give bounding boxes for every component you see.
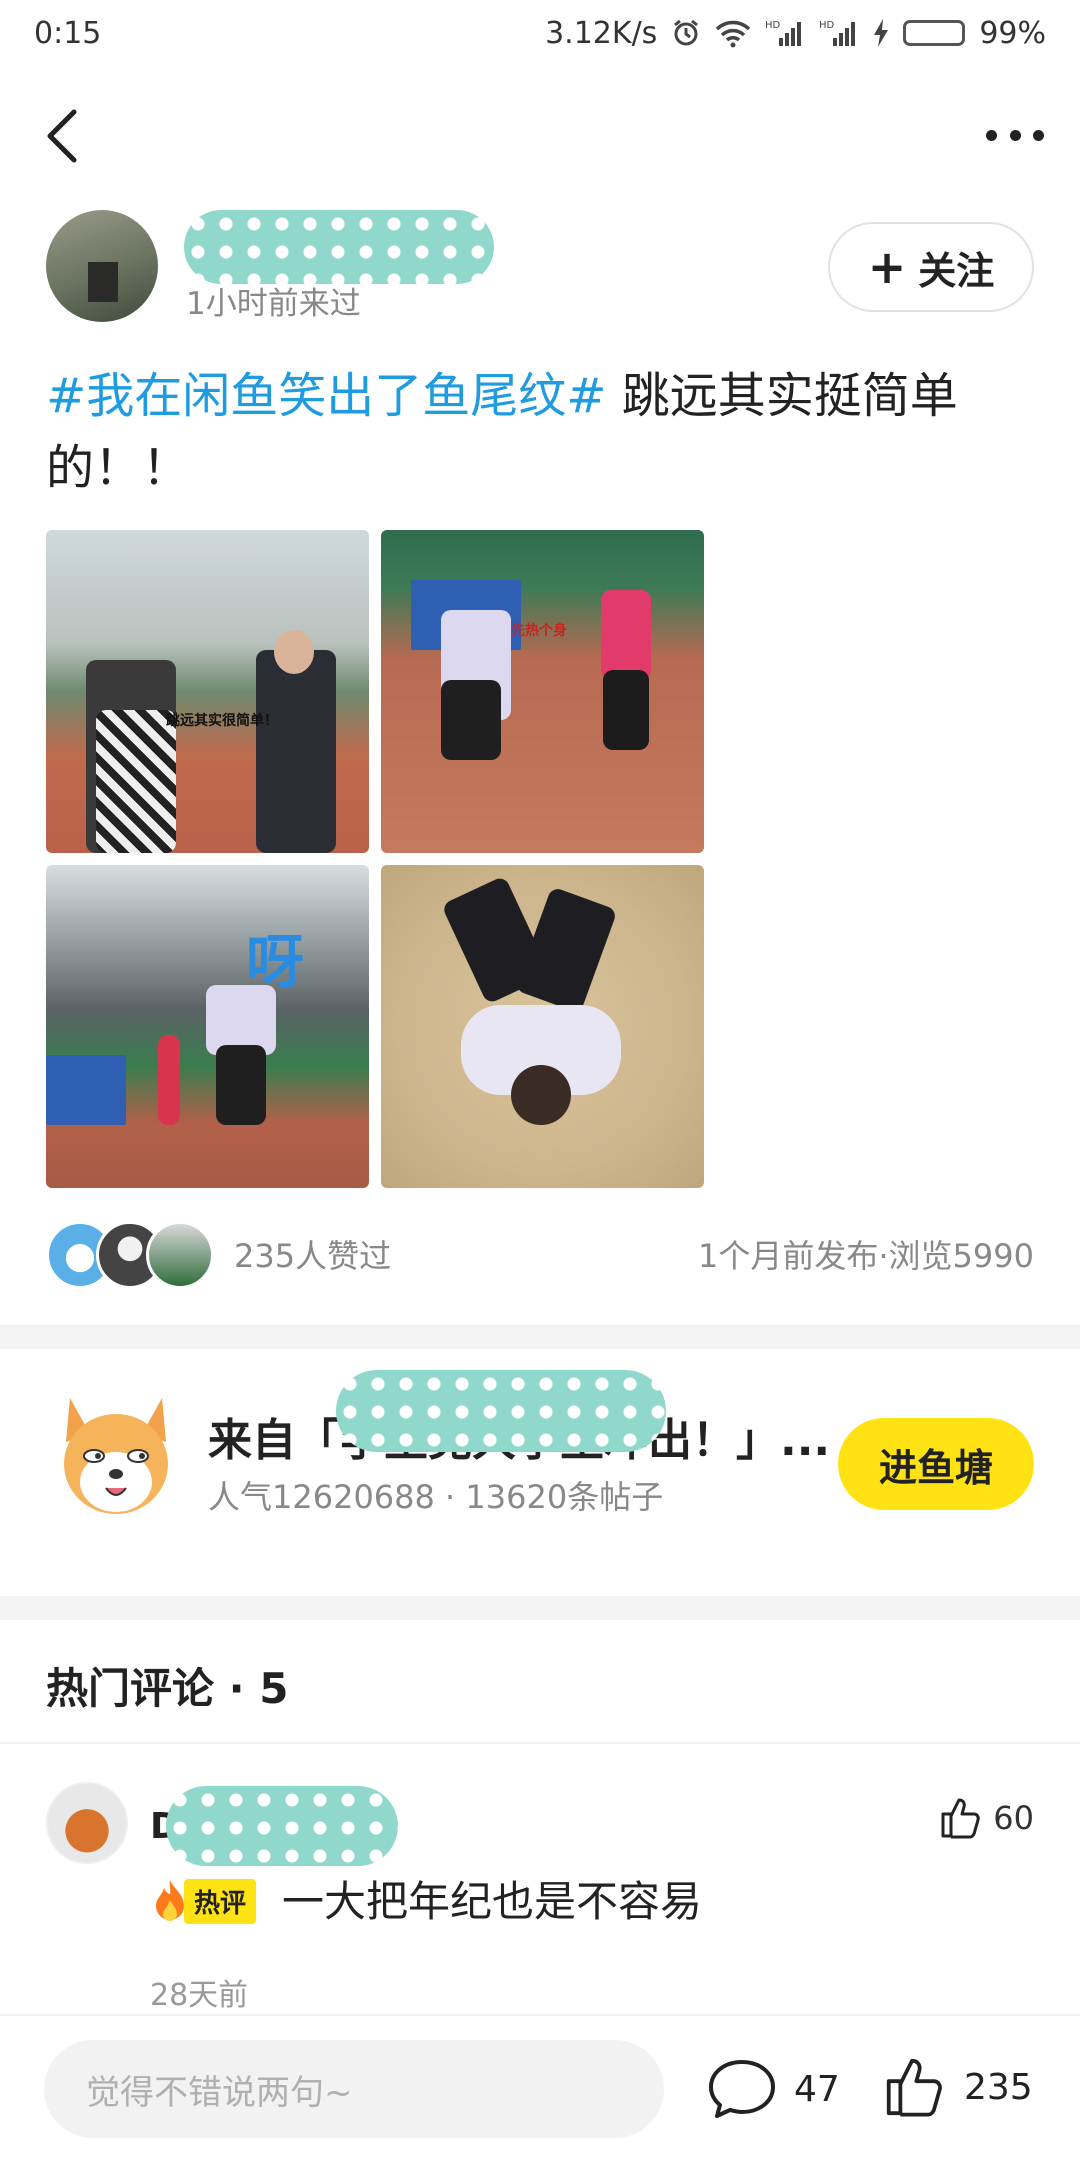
more-button[interactable] — [980, 110, 1050, 160]
photo-caption: 先热个身 — [511, 623, 567, 639]
post-photo-1[interactable]: 跳远其实很简单！ — [46, 530, 369, 853]
comment-button[interactable]: 47 — [706, 2046, 840, 2132]
photo-grid: 跳远其实很简单！ 先热个身 呀 — [46, 530, 706, 1190]
top-nav — [0, 80, 1080, 190]
comment-bubble-icon — [709, 2060, 775, 2118]
follow-label: 关注 — [918, 248, 995, 293]
pond-card[interactable]: 来自「学生党大学生冲出！」... 人气12620688 · 13620条帖子 进… — [0, 1350, 1080, 1574]
hot-comment-label: 热评 — [184, 1878, 257, 1924]
wifi-icon — [715, 18, 751, 48]
avatar[interactable] — [46, 1782, 128, 1864]
post-hashtag[interactable]: #我在闲鱼笑出了鱼尾纹# — [46, 368, 606, 424]
battery-icon — [903, 20, 966, 46]
back-button[interactable] — [42, 96, 102, 176]
signal-icon: HD — [765, 18, 805, 48]
status-bar: 0:15 3.12K/s HD HD 99% — [0, 0, 1080, 66]
thumb-up-icon — [886, 2058, 942, 2117]
pond-stats: 人气12620688 · 13620条帖子 — [208, 1478, 664, 1516]
like-button[interactable]: 235 — [880, 2044, 1033, 2130]
like-count: 235 — [964, 2066, 1033, 2108]
more-icon — [986, 129, 997, 141]
comment-time: 28天前 — [150, 1978, 249, 2013]
post-photo-3[interactable]: 呀 — [46, 865, 369, 1188]
back-icon — [47, 109, 77, 163]
signal-icon: HD — [819, 18, 859, 48]
comment-input-placeholder: 觉得不错说两句~ — [86, 2072, 353, 2113]
comment-count: 47 — [794, 2068, 840, 2110]
thumb-up-icon — [941, 1798, 981, 1839]
hot-comments-header: 热门评论 · 5 — [46, 1664, 289, 1713]
like-count-text[interactable]: 235人赞过 — [234, 1231, 391, 1277]
comment-input[interactable]: 觉得不错说两句~ — [44, 2040, 664, 2138]
divider — [0, 1742, 1080, 1744]
comment-item: D 60 热评 一大把年纪也是不容易 28天前 — [0, 1782, 1080, 2013]
status-indicators: 3.12K/s HD HD 99% — [545, 16, 1046, 51]
hot-comment-badge: 热评 — [150, 1878, 257, 1924]
liker-avatars[interactable] — [46, 1221, 216, 1291]
name-redaction — [336, 1370, 666, 1452]
enter-pond-button[interactable]: 进鱼塘 — [838, 1418, 1034, 1510]
section-divider — [0, 1596, 1080, 1620]
author-avatar[interactable] — [46, 210, 158, 322]
follow-button[interactable]: + 关注 — [828, 222, 1034, 312]
bottom-bar: 觉得不错说两句~ 47 235 — [0, 2014, 1080, 2160]
post-text: #我在闲鱼笑出了鱼尾纹# 跳远其实挺简单的！！ — [46, 360, 1036, 504]
signal-label-hd-2: HD — [819, 20, 835, 31]
shiba-mascot-icon — [64, 1398, 168, 1514]
name-redaction — [166, 1786, 398, 1866]
author-header: MU 1小时前来过 + 关注 — [0, 210, 1080, 322]
plus-icon: + — [867, 240, 907, 294]
charging-icon — [873, 19, 889, 47]
comment-text: 一大把年纪也是不容易 — [282, 1877, 703, 1926]
avatar — [146, 1221, 214, 1289]
post-photo-2[interactable]: 先热个身 — [381, 530, 704, 853]
post-photo-4[interactable] — [381, 865, 704, 1188]
publish-info: 1个月前发布·浏览5990 — [698, 1237, 1034, 1275]
comment-like-button[interactable]: 60 — [937, 1796, 1034, 1840]
name-redaction — [184, 210, 494, 284]
last-seen: 1小时前来过 — [186, 286, 361, 322]
net-speed: 3.12K/s — [545, 15, 658, 51]
signal-label-hd-1: HD — [765, 20, 781, 31]
photo-caption: 跳远其实很简单！ — [166, 713, 278, 729]
likes-row: 235人赞过 1个月前发布·浏览5990 — [46, 1215, 1034, 1295]
battery-percent: 99% — [979, 15, 1046, 51]
status-time: 0:15 — [34, 15, 102, 51]
comment-like-count: 60 — [993, 1799, 1034, 1837]
section-divider — [0, 1325, 1080, 1349]
alarm-icon — [671, 18, 701, 48]
